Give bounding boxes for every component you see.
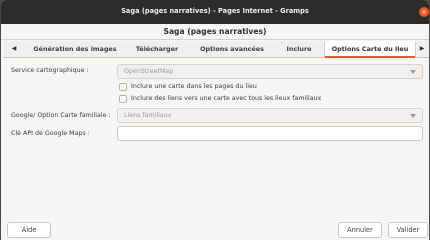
tab-place-map-options[interactable]: Options Carte du lieu [324,41,416,58]
include-links-label[interactable]: Inclure des liens vers une carte avec to… [131,95,321,102]
help-button[interactable]: Aide [7,222,51,238]
map-service-value: OpenStreetMap [124,68,174,75]
tab-advanced-options[interactable]: Options avancées [191,41,273,57]
tab-image-generation[interactable]: Génération des images [25,41,125,57]
ok-button[interactable]: Valider [388,222,428,238]
close-icon[interactable]: × [419,7,429,17]
title-bar: Saga (pages narratives) - Pages Internet… [1,0,429,24]
google-option-label: Google/ Option Carte familiale : [11,112,111,119]
scroll-left-icon[interactable]: ◀ [7,41,21,57]
api-key-label: Clé API de Google Maps : [11,130,90,137]
dialog-window: Saga (pages narratives) - Pages Internet… [1,0,429,240]
google-option-value: Liens familiaux [124,112,172,119]
tab-include[interactable]: Inclure [277,41,321,57]
button-bar: Aide Annuler Valider [1,217,429,240]
cancel-button[interactable]: Annuler [338,222,382,238]
dialog-heading: Saga (pages narratives) [163,27,267,36]
include-map-checkbox[interactable] [119,83,127,91]
map-service-select[interactable]: OpenStreetMap [117,64,423,79]
tab-content: Service cartographique : OpenStreetMap I… [3,59,429,217]
chevron-down-icon [410,70,416,74]
scroll-right-icon[interactable]: ▶ [415,41,429,57]
chevron-down-icon [410,114,416,118]
include-links-checkbox[interactable] [119,95,127,103]
tab-download[interactable]: Télécharger [127,41,187,57]
window-title: Saga (pages narratives) - Pages Internet… [121,7,309,15]
include-map-label[interactable]: Inclure une carte dans les pages du lieu [131,83,257,90]
map-service-label: Service cartographique : [11,67,89,74]
dialog-header: Saga (pages narratives) [1,24,429,40]
google-option-select[interactable]: Liens familiaux [117,108,423,123]
api-key-input[interactable] [117,126,423,141]
tab-bar: ◀ Génération des images Télécharger Opti… [3,41,429,58]
